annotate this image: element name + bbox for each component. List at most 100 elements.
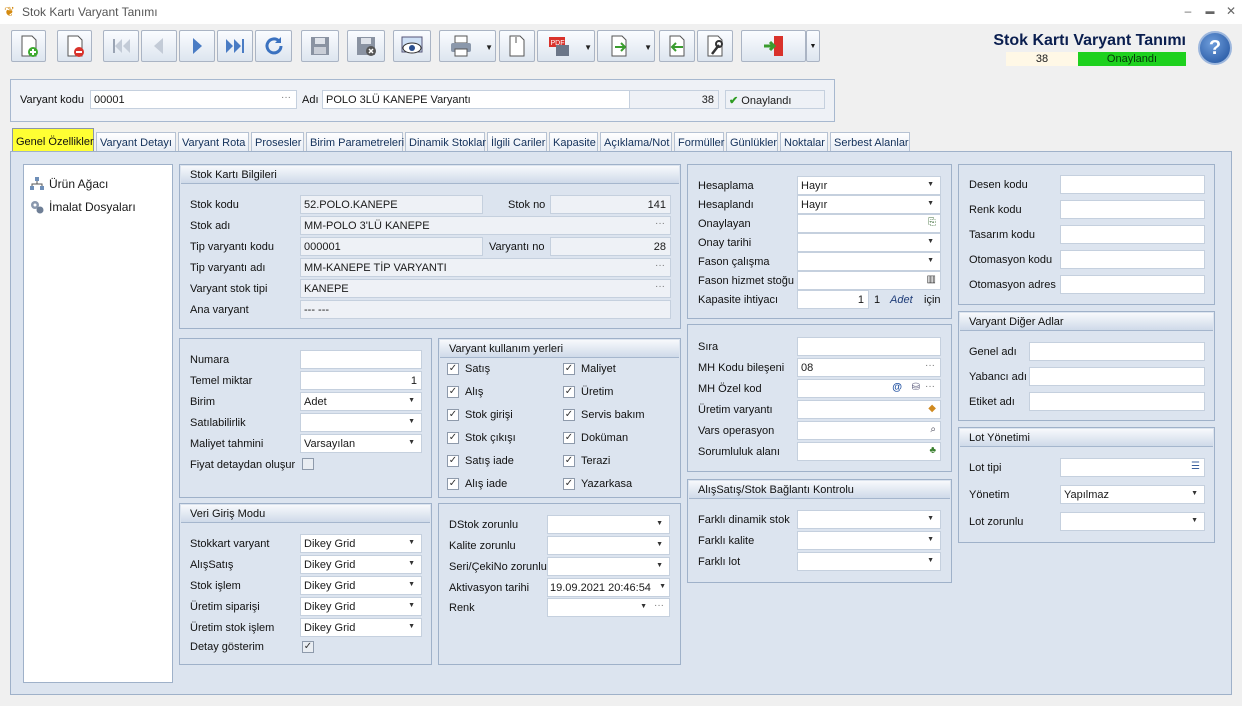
exit-dropdown-button[interactable]: ▼ xyxy=(806,30,820,62)
hesaplama-select[interactable]: Hayır ▼ xyxy=(797,176,941,195)
alissatis-select[interactable]: Dikey Grid ▼ xyxy=(300,555,422,574)
dstok-zorunlu-label: DStok zorunlu xyxy=(449,519,519,531)
desen-kodu-input[interactable] xyxy=(1060,175,1205,194)
numara-input[interactable] xyxy=(300,350,422,369)
help-button[interactable]: ? xyxy=(1198,31,1232,65)
yazarkasa-checkbox[interactable]: ✓ xyxy=(563,478,575,490)
exit-button[interactable] xyxy=(741,30,806,62)
servis-bakim-checkbox[interactable]: ✓ xyxy=(563,409,575,421)
uretim-stok-islem-select[interactable]: Dikey Grid ▼ xyxy=(300,618,422,637)
birim-select[interactable]: Adet ▼ xyxy=(300,392,422,411)
sorumluluk-alani-input[interactable]: ♣ xyxy=(797,442,941,461)
seri-ceki-zorunlu-select[interactable]: ▼ xyxy=(547,557,670,576)
terazi-checkbox[interactable]: ✓ xyxy=(563,455,575,467)
cancel-save-button[interactable] xyxy=(347,30,385,62)
pdf-button[interactable]: PDF ▼ xyxy=(537,30,595,62)
tab-birim-parametreleri[interactable]: Birim Parametreleri xyxy=(306,132,404,152)
tasarim-kodu-input[interactable] xyxy=(1060,225,1205,244)
satis-checkbox[interactable]: ✓ xyxy=(447,363,459,375)
otomasyon-kodu-input[interactable] xyxy=(1060,250,1205,269)
tab-serbest-alanlar[interactable]: Serbest Alanlar xyxy=(830,132,910,152)
tab-gunlukler[interactable]: Günlükler xyxy=(726,132,778,152)
stok-no-field: 141 xyxy=(550,195,671,214)
lot-zorunlu-label: Lot zorunlu xyxy=(969,516,1024,528)
kapasite-ihtiyaci-input[interactable]: 1 xyxy=(797,290,869,309)
variant-name-input[interactable]: POLO 3LÜ KANEPE Varyantı xyxy=(322,90,633,109)
aktivasyon-tarihi-input[interactable]: 19.09.2021 20:46:54 ▼ xyxy=(547,578,670,597)
last-record-button[interactable] xyxy=(217,30,253,62)
mh-kodu-bileseni-input[interactable]: 08 ··· xyxy=(797,358,941,377)
tab-ilgili-cariler[interactable]: İlgili Cariler xyxy=(487,132,547,152)
etiket-adi-input[interactable] xyxy=(1029,392,1205,411)
alis-checkbox[interactable]: ✓ xyxy=(447,386,459,398)
uretim-siparisi-select[interactable]: Dikey Grid ▼ xyxy=(300,597,422,616)
uretim-varyanti-input[interactable]: ◆ xyxy=(797,400,941,419)
print-button[interactable]: ▼ xyxy=(439,30,496,62)
preview-button[interactable] xyxy=(393,30,431,62)
tab-prosesler[interactable]: Prosesler xyxy=(251,132,304,152)
minimize-button[interactable]: – xyxy=(1179,3,1197,19)
save-button[interactable] xyxy=(301,30,339,62)
import-button[interactable] xyxy=(659,30,695,62)
previous-record-button[interactable] xyxy=(141,30,177,62)
maximize-button[interactable]: ▬ xyxy=(1201,3,1219,19)
variant-code-input[interactable]: 00001 ··· xyxy=(90,90,297,109)
temel-miktar-input[interactable]: 1 xyxy=(300,371,422,390)
delete-button[interactable] xyxy=(57,30,92,62)
sira-input[interactable] xyxy=(797,337,941,356)
tab-varyant-rota[interactable]: Varyant Rota xyxy=(178,132,249,152)
maliyet-tahmini-select[interactable]: Varsayılan ▼ xyxy=(300,434,422,453)
satis-iade-checkbox[interactable]: ✓ xyxy=(447,455,459,467)
tools-button[interactable] xyxy=(697,30,733,62)
next-record-button[interactable] xyxy=(179,30,215,62)
fiyat-detaydan-label: Fiyat detaydan oluşur xyxy=(190,459,296,471)
copy-button[interactable] xyxy=(499,30,535,62)
stok-cikisi-checkbox[interactable]: ✓ xyxy=(447,432,459,444)
uretim-checkbox[interactable]: ✓ xyxy=(563,386,575,398)
lot-zorunlu-select[interactable]: ▼ xyxy=(1060,512,1205,531)
fason-hizmet-stogu-input[interactable]: ▥ xyxy=(797,271,941,290)
otomasyon-adres-input[interactable] xyxy=(1060,275,1205,294)
tab-aciklama-not[interactable]: Açıklama/Not xyxy=(600,132,672,152)
stok-islem-select[interactable]: Dikey Grid ▼ xyxy=(300,576,422,595)
satilabilirlik-select[interactable]: ▼ xyxy=(300,413,422,432)
alis-iade-checkbox[interactable]: ✓ xyxy=(447,478,459,490)
mh-ozel-kod-input[interactable]: @ ⛁ ··· xyxy=(797,379,941,398)
dstok-zorunlu-select[interactable]: ▼ xyxy=(547,515,670,534)
export-button[interactable]: ▼ xyxy=(597,30,655,62)
tab-formuller[interactable]: Formüller xyxy=(674,132,724,152)
renk-kodu-input[interactable] xyxy=(1060,200,1205,219)
fason-calisma-select[interactable]: ▼ xyxy=(797,252,941,271)
genel-adi-input[interactable] xyxy=(1029,342,1205,361)
onaylayan-input[interactable]: ⎘ xyxy=(797,214,941,233)
maliyet-checkbox[interactable]: ✓ xyxy=(563,363,575,375)
stokkart-varyant-select[interactable]: Dikey Grid ▼ xyxy=(300,534,422,553)
tree-item-imalat-dosyalari[interactable]: İmalat Dosyaları xyxy=(30,200,136,214)
vars-operasyon-input[interactable]: ⌕ xyxy=(797,421,941,440)
tree-item-urun-agaci[interactable]: Ürün Ağacı xyxy=(30,177,108,191)
tab-varyant-detayi[interactable]: Varyant Detayı xyxy=(96,132,176,152)
tab-genel-ozellikler[interactable]: Genel Özellikler xyxy=(12,128,94,153)
hesaplandi-select[interactable]: Hayır ▼ xyxy=(797,195,941,214)
farkli-dinamik-stok-select[interactable]: ▼ xyxy=(797,510,941,529)
tab-kapasite[interactable]: Kapasite xyxy=(549,132,598,152)
yonetim-select[interactable]: Yapılmaz ▼ xyxy=(1060,485,1205,504)
new-button[interactable] xyxy=(11,30,46,62)
yabanci-adi-input[interactable] xyxy=(1029,367,1205,386)
onay-tarihi-select[interactable]: ▼ xyxy=(797,233,941,252)
fiyat-detaydan-checkbox[interactable] xyxy=(302,458,314,470)
farkli-kalite-select[interactable]: ▼ xyxy=(797,531,941,550)
kalite-zorunlu-select[interactable]: ▼ xyxy=(547,536,670,555)
stok-islem-label: Stok işlem xyxy=(190,580,241,592)
close-button[interactable]: ✕ xyxy=(1222,3,1240,19)
lot-tipi-input[interactable]: ☰ xyxy=(1060,458,1205,477)
tab-dinamik-stoklar[interactable]: Dinamik Stoklar xyxy=(405,132,486,152)
dokuman-checkbox[interactable]: ✓ xyxy=(563,432,575,444)
first-record-button[interactable] xyxy=(103,30,139,62)
refresh-button[interactable] xyxy=(255,30,292,62)
detay-gosterim-checkbox[interactable]: ✓ xyxy=(302,641,314,653)
farkli-lot-select[interactable]: ▼ xyxy=(797,552,941,571)
renk-select[interactable]: ▼ ··· xyxy=(547,598,670,617)
stok-girisi-checkbox[interactable]: ✓ xyxy=(447,409,459,421)
tab-noktalar[interactable]: Noktalar xyxy=(780,132,828,152)
